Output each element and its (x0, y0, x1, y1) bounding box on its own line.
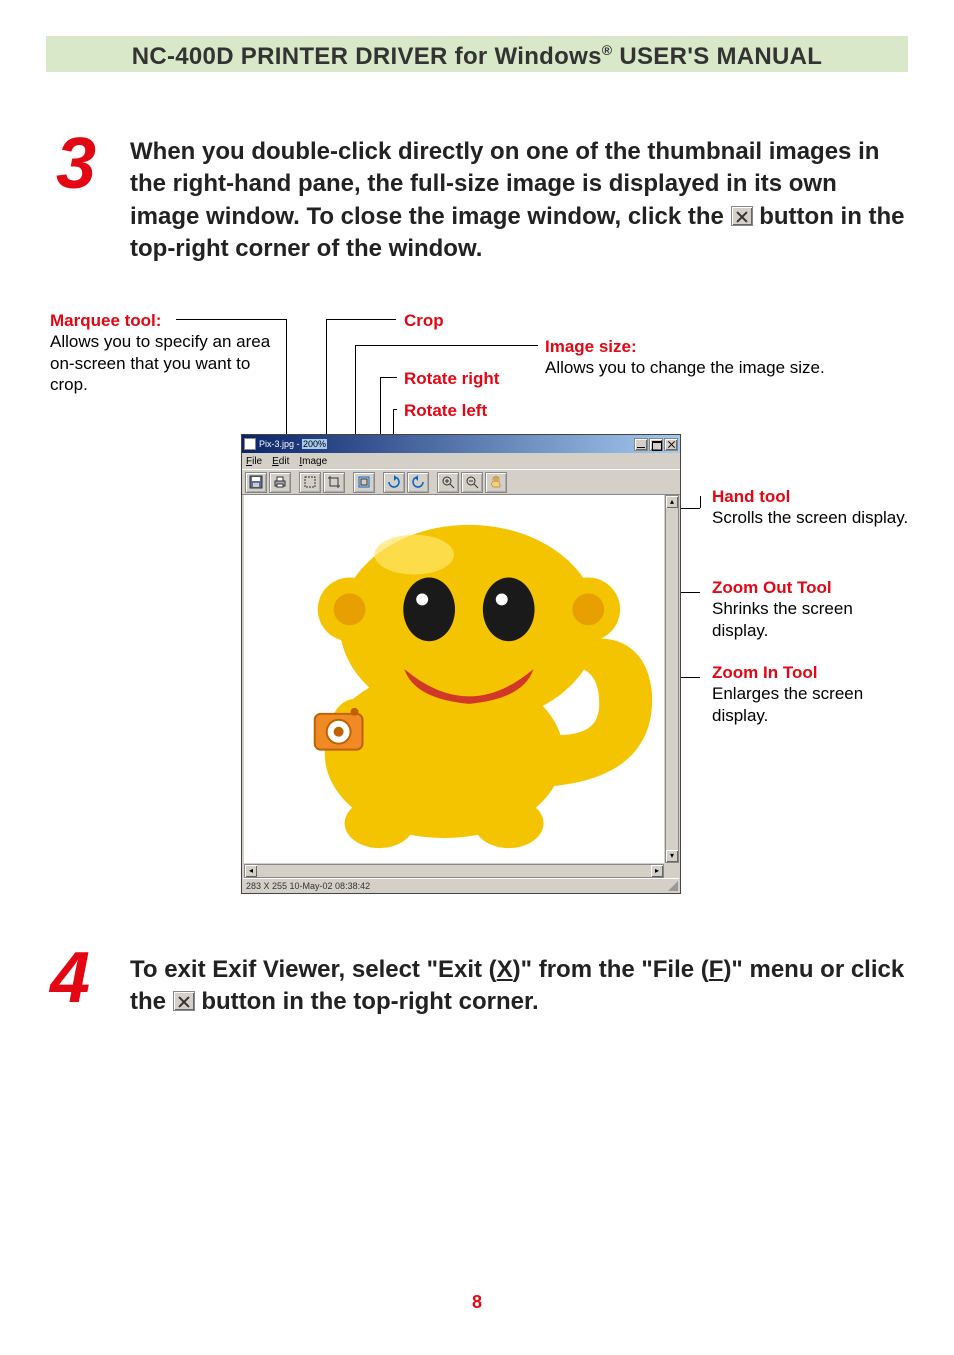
titlebar-text: Pix-3.jpg - 200% (259, 439, 327, 449)
crop-button[interactable] (323, 472, 345, 493)
leader-line (326, 319, 396, 320)
titlebar-left: Pix-3.jpg - 200% (244, 438, 327, 450)
imagesize-button[interactable] (353, 472, 375, 493)
imagesize-body: Allows you to change the image size. (545, 357, 905, 378)
step4-f: F (709, 956, 724, 983)
callout-rotate-left: Rotate left (404, 400, 487, 421)
title-right: USER'S MANUAL (612, 43, 822, 70)
zoomout-body: Shrinks the screen display. (712, 598, 912, 641)
rotate-right-button[interactable] (383, 472, 405, 493)
imagesize-title: Image size: (545, 336, 905, 357)
zoomin-button[interactable] (437, 472, 459, 493)
scroll-up-arrow[interactable]: ▴ (666, 496, 678, 508)
scroll-right-arrow[interactable]: ▸ (651, 865, 663, 877)
step4-a: To exit Exif Viewer, select "Exit ( (130, 956, 497, 983)
page-title: NC-400D PRINTER DRIVER for Windows® USER… (0, 42, 954, 71)
titlebar-zoom: 200% (302, 439, 327, 449)
scroll-down-arrow[interactable]: ▾ (666, 850, 678, 862)
marquee-title: Marquee tool: (50, 310, 280, 331)
step-number-4: 4 (50, 942, 90, 1014)
zoomin-title: Zoom In Tool (712, 662, 912, 683)
vertical-scrollbar[interactable]: ▴ ▾ (665, 495, 679, 863)
status-bar: 283 X 255 10-May-02 08:38:42 (243, 878, 679, 892)
close-icon (731, 206, 753, 226)
titlebar: Pix-3.jpg - 200% (242, 435, 680, 453)
title-left: NC-400D PRINTER DRIVER for Windows (132, 43, 602, 70)
maximize-button[interactable] (649, 438, 663, 451)
step4-b: )" from the "File ( (513, 956, 709, 983)
close-button[interactable] (664, 438, 678, 451)
resize-grip[interactable] (668, 881, 678, 891)
app-icon (244, 438, 256, 450)
monkey-image (244, 495, 664, 863)
minimize-button[interactable] (634, 438, 648, 451)
horizontal-scrollbar[interactable]: ◂ ▸ (244, 864, 664, 878)
toolbar (242, 469, 680, 495)
hand-body: Scrolls the screen display. (712, 507, 912, 528)
menu-image[interactable]: Image (299, 456, 327, 467)
step-3-text: When you double-click directly on one of… (130, 136, 910, 266)
print-button[interactable] (269, 472, 291, 493)
hand-tool-button[interactable] (485, 472, 507, 493)
image-window: Pix-3.jpg - 200% File Edit Image (241, 434, 681, 894)
zoomout-button[interactable] (461, 472, 483, 493)
zoomout-title: Zoom Out Tool (712, 577, 912, 598)
window-buttons (634, 438, 678, 451)
menu-file[interactable]: File (246, 456, 262, 467)
step-number-3: 3 (56, 128, 96, 200)
page-number: 8 (0, 1292, 954, 1313)
hand-title: Hand tool (712, 486, 912, 507)
leader-line (380, 377, 397, 378)
callout-zoomin: Zoom In Tool Enlarges the screen display… (712, 662, 912, 726)
callout-hand: Hand tool Scrolls the screen display. (712, 486, 912, 529)
titlebar-filename: Pix-3.jpg - (259, 439, 302, 449)
leader-line (700, 496, 701, 508)
callout-imagesize: Image size: Allows you to change the ima… (545, 336, 905, 379)
save-button[interactable] (245, 472, 267, 493)
callout-zoomout: Zoom Out Tool Shrinks the screen display… (712, 577, 912, 641)
menu-edit[interactable]: Edit (272, 456, 289, 467)
leader-line (176, 319, 286, 320)
menu-bar: File Edit Image (242, 453, 680, 469)
title-sup: ® (602, 42, 613, 58)
leader-line (355, 345, 538, 346)
zoomin-body: Enlarges the screen display. (712, 683, 912, 726)
step4-x: X (497, 956, 513, 983)
marquee-body: Allows you to specify an area on-screen … (50, 331, 280, 395)
scroll-left-arrow[interactable]: ◂ (245, 865, 257, 877)
callout-rotate-right: Rotate right (404, 368, 499, 389)
step4-d: button in the top-right corner. (201, 988, 538, 1015)
callout-marquee: Marquee tool: Allows you to specify an a… (50, 310, 280, 395)
marquee-tool-button[interactable] (299, 472, 321, 493)
step-4-text: To exit Exif Viewer, select "Exit (X)" f… (130, 954, 910, 1019)
callout-crop: Crop (404, 310, 444, 331)
close-icon (173, 991, 195, 1011)
image-canvas (244, 495, 664, 863)
rotate-left-button[interactable] (407, 472, 429, 493)
status-text: 283 X 255 10-May-02 08:38:42 (246, 881, 370, 891)
